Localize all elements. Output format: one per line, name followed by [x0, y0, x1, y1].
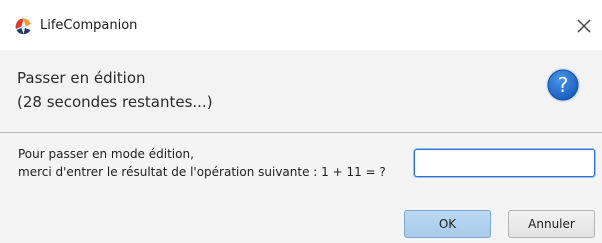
countdown-text: (28 secondes restantes...)	[17, 93, 213, 111]
dialog-heading: Passer en édition	[17, 69, 146, 87]
prompt-text-line1: Pour passer en mode édition,	[18, 147, 194, 161]
close-icon[interactable]	[572, 14, 596, 38]
prompt-text-line2: merci d'entrer le résultat de l'opératio…	[18, 165, 386, 179]
cancel-button[interactable]: Annuler	[508, 210, 595, 238]
dialog-content: Pour passer en mode édition, merci d'ent…	[0, 133, 602, 243]
title-bar: LifeCompanion	[0, 0, 602, 50]
window-title: LifeCompanion	[40, 18, 138, 33]
lifecompanion-logo-icon	[15, 18, 31, 35]
answer-input[interactable]	[414, 149, 595, 177]
ok-button[interactable]: OK	[404, 210, 491, 238]
edit-mode-dialog: LifeCompanion Passer en édition (28 seco…	[0, 0, 602, 243]
dialog-header: Passer en édition (28 secondes restantes…	[0, 50, 602, 133]
question-mark-icon: ?	[546, 68, 580, 102]
svg-text:?: ?	[558, 73, 569, 97]
